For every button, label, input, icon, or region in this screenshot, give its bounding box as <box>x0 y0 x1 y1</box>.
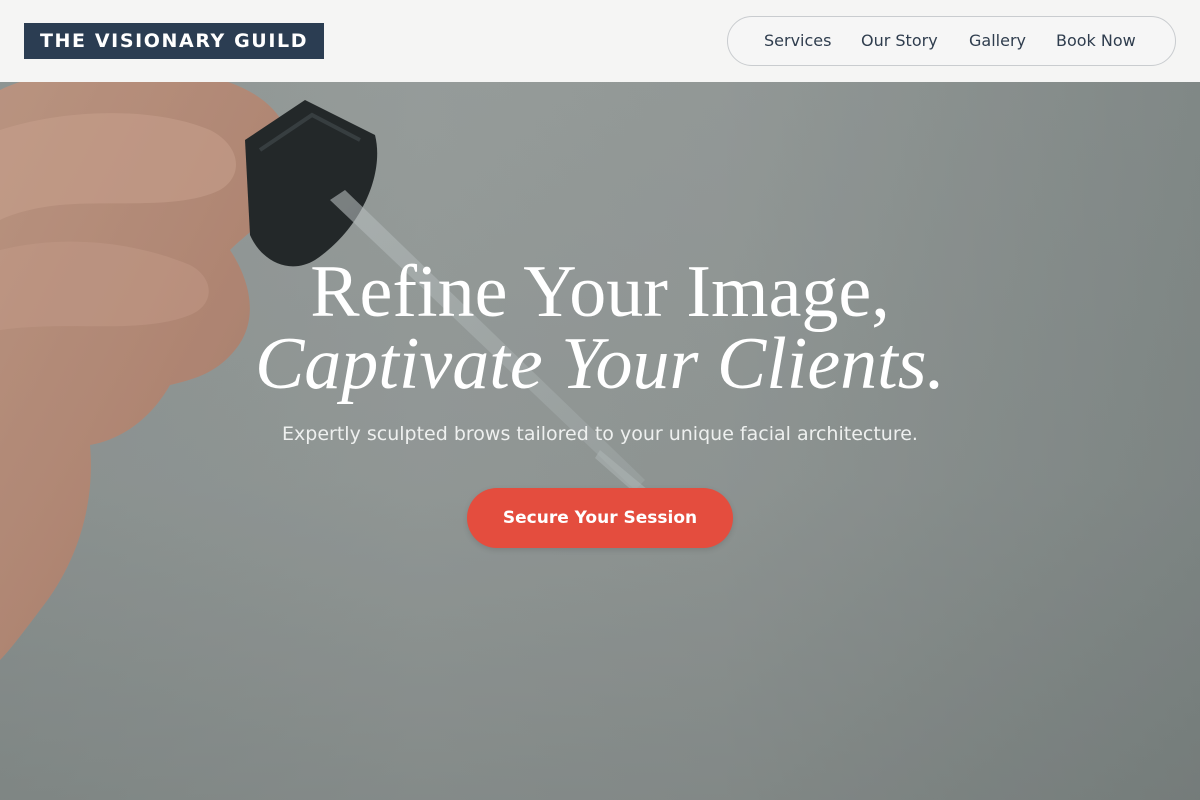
site-logo[interactable]: THE VISIONARY GUILD <box>24 23 325 59</box>
main-nav: Services Our Story Gallery Book Now <box>727 16 1176 66</box>
hero-headline-line2: Captivate Your Clients. <box>254 323 946 405</box>
secure-session-button[interactable]: Secure Your Session <box>467 488 733 548</box>
hero-subtitle: Expertly sculpted brows tailored to your… <box>282 423 918 445</box>
nav-link-services[interactable]: Services <box>764 17 831 65</box>
landing-page: THE VISIONARY GUILD Services Our Story G… <box>0 0 1200 800</box>
site-header: THE VISIONARY GUILD Services Our Story G… <box>0 0 1200 82</box>
nav-link-our-story[interactable]: Our Story <box>861 17 938 65</box>
nav-link-gallery[interactable]: Gallery <box>969 17 1026 65</box>
nav-link-book-now[interactable]: Book Now <box>1056 17 1136 65</box>
